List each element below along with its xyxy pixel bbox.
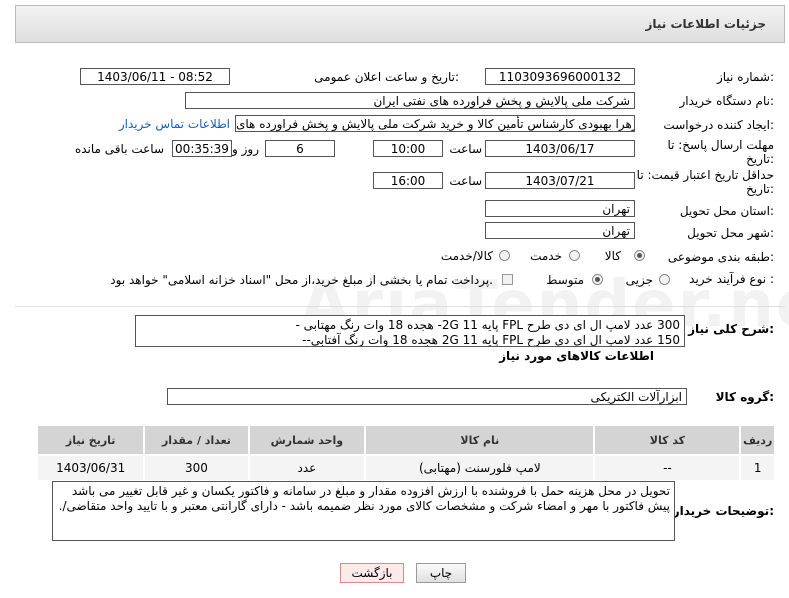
city-field: تهران [485, 222, 635, 239]
category-option-service: خدمت [530, 249, 562, 263]
page-title: جزئیات اطلاعات نیاز [645, 17, 766, 31]
deadline-time-label: ساعت [449, 142, 482, 156]
validity-time-label: ساعت [449, 174, 482, 188]
summary-label: شرح کلی نیاز: [688, 322, 774, 336]
category-radio-goods-service[interactable] [499, 250, 510, 261]
province-label: استان محل تحویل: [679, 204, 774, 218]
category-radio-service[interactable] [569, 250, 580, 261]
province-field: تهران [485, 200, 635, 217]
cell-need-date: 1403/06/31 [35, 454, 146, 482]
goods-section-title: اطلاعات کالاهای مورد نیاز [499, 349, 654, 363]
col-unit: واحد شمارش [247, 424, 367, 456]
summary-line-1: 300 عدد لامپ ال ای دی طرح FPL پایه 11 2G… [295, 318, 680, 332]
days-field: 6 [265, 140, 335, 157]
table-row[interactable]: 1403/06/31 300 عدد لامپ فلورسنت (مهتابی)… [35, 454, 776, 482]
need-number-field: 1103093696000132 [485, 68, 635, 85]
creator-label: ایجاد کننده درخواست: [663, 118, 774, 132]
col-row: ردیف [739, 424, 776, 456]
process-option-medium: متوسط [546, 273, 584, 287]
summary-line-2: 150 عدد لامپ ال ای دی طرح FPL پایه 11 2G… [302, 333, 680, 347]
validity-time-field: 16:00 [373, 172, 443, 189]
payment-note: پرداخت تمام یا بخشی از مبلغ خرید،از محل … [110, 273, 493, 287]
process-label: نوع فرآیند خرید : [689, 272, 774, 286]
deadline-time-field: 10:00 [373, 140, 443, 157]
category-option-goods-service: کالا/خدمت [440, 249, 493, 263]
buyer-notes-label: توضیحات خریدار: [672, 504, 774, 518]
cell-row: 1 [739, 454, 776, 482]
buyer-org-label: نام دستگاه خریدار: [679, 94, 775, 108]
cell-goods-name: لامپ فلورسنت (مهتابی) [364, 454, 596, 482]
title-bar: جزئیات اطلاعات نیاز [15, 5, 785, 43]
validity-date-field: 1403/07/21 [485, 172, 635, 189]
process-radio-medium[interactable] [592, 274, 603, 285]
deadline-label: مهلت ارسال پاسخ: تا [667, 138, 774, 152]
announce-field: 1403/06/11 - 08:52 [80, 68, 230, 85]
back-button[interactable]: بازگشت [340, 563, 404, 583]
category-radio-goods[interactable] [634, 250, 645, 261]
days-label: روز و [232, 142, 259, 156]
col-goods-name: نام کالا [364, 424, 596, 456]
divider [15, 306, 785, 307]
validity-label: حداقل تاریخ اعتبار قیمت: تا [636, 168, 774, 182]
buyer-notes-textarea[interactable]: تحویل در محل هزینه حمل با فروشنده با ارز… [52, 481, 675, 541]
remaining-time-field: 00:35:39 [172, 140, 232, 157]
goods-group-label: گروه کالا: [715, 390, 774, 404]
city-label: شهر محل تحویل: [687, 226, 774, 240]
announce-label: تاریخ و ساعت اعلان عمومی: [314, 70, 459, 84]
goods-group-field: ابزارآلات الکتریکی [167, 388, 687, 405]
table-header-row: تاریخ نیاز تعداد / مقدار واحد شمارش نام … [35, 424, 776, 456]
process-option-minor: جزیی [625, 273, 653, 287]
col-goods-code: کد کالا [593, 424, 742, 456]
category-option-goods: کالا [604, 249, 621, 263]
col-quantity: تعداد / مقدار [143, 424, 250, 456]
cell-unit: عدد [247, 454, 367, 482]
deadline-date-field: 1403/06/17 [485, 140, 635, 157]
remaining-label: ساعت باقی مانده [74, 142, 164, 156]
buyer-contact-link[interactable]: اطلاعات تماس خریدار [119, 117, 230, 131]
category-label: طبقه بندی موضوعی: [667, 250, 774, 264]
print-button[interactable]: چاپ [416, 563, 466, 583]
validity-date-label: تاریخ: [746, 182, 774, 196]
summary-textarea[interactable]: 300 عدد لامپ ال ای دی طرح FPL پایه 11 2G… [135, 315, 685, 347]
need-number-label: شماره نیاز: [716, 70, 774, 84]
cell-goods-code: -- [593, 454, 742, 482]
col-need-date: تاریخ نیاز [35, 424, 146, 456]
treasury-checkbox[interactable] [502, 274, 513, 285]
goods-table: تاریخ نیاز تعداد / مقدار واحد شمارش نام … [35, 424, 776, 482]
creator-field: زهرا بهبودی کارشناس تأمین کالا و خرید شر… [235, 115, 635, 132]
buyer-org-field: شرکت ملی پالایش و پخش فراورده های نفتی ا… [185, 92, 635, 109]
cell-quantity: 300 [143, 454, 250, 482]
process-radio-minor[interactable] [659, 274, 670, 285]
deadline-date-label: تاریخ: [746, 152, 774, 166]
